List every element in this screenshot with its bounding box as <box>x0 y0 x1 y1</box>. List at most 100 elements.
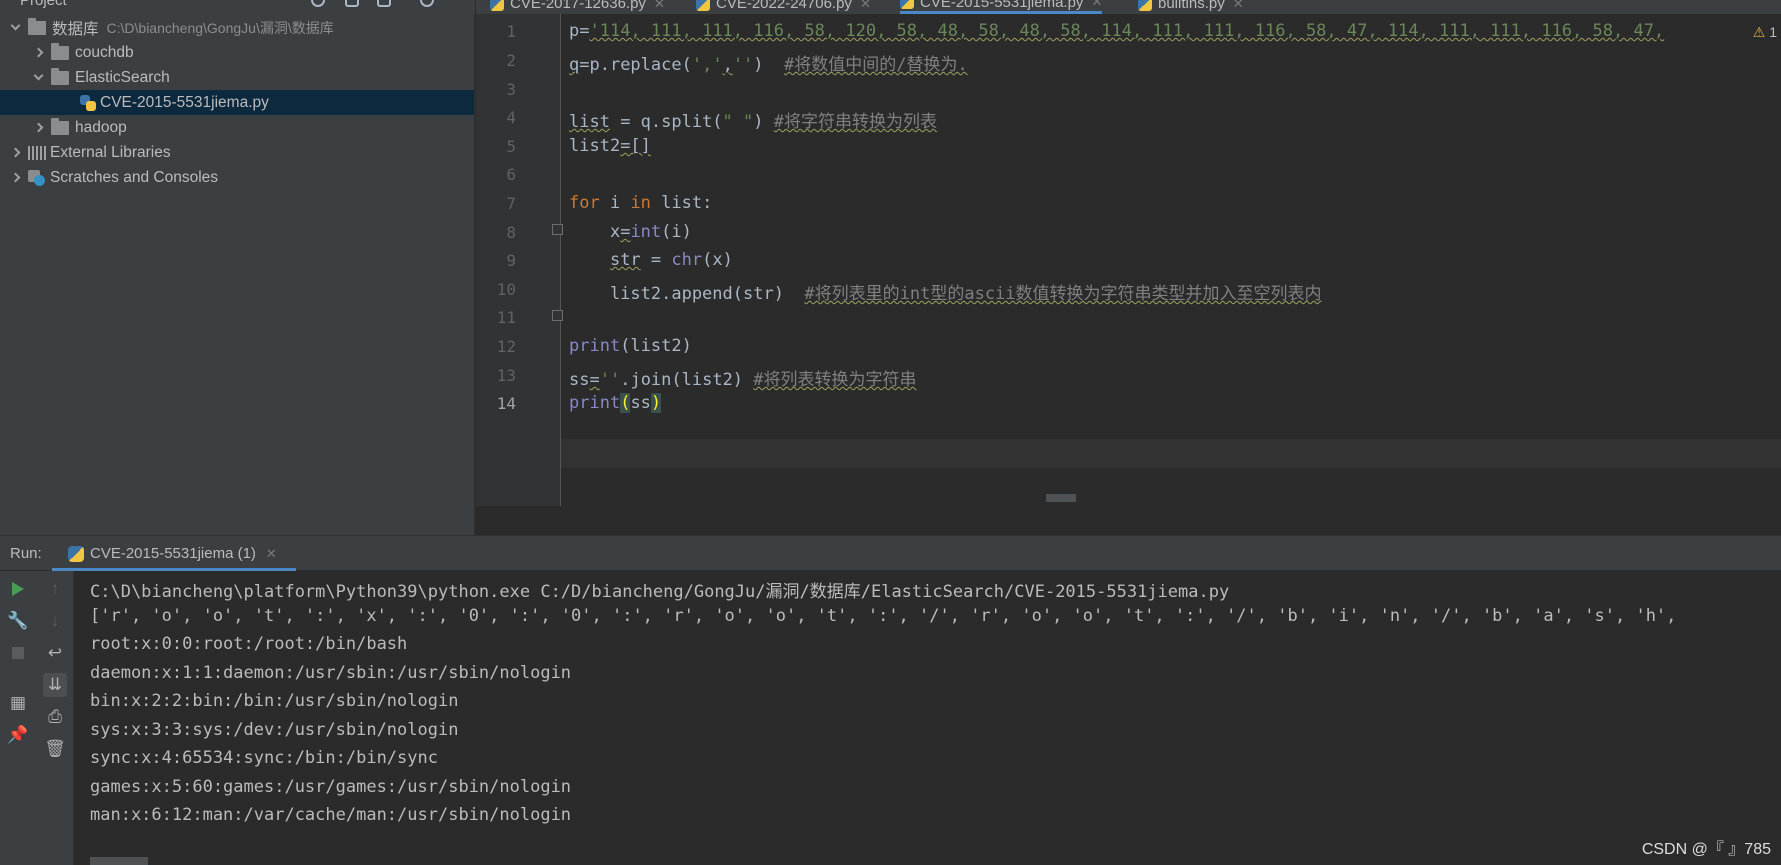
tab-label: builtins.py <box>1158 0 1225 12</box>
line-number: 14 <box>496 394 516 413</box>
line-number: 3 <box>506 80 516 99</box>
scratches-icon <box>28 169 46 186</box>
editor-tab[interactable]: CVE-2017-12636.py ✕ <box>490 0 665 14</box>
tree-item-hadoop[interactable]: hadoop <box>0 115 474 140</box>
expand-icon[interactable] <box>377 0 391 7</box>
tree-item-elasticsearch[interactable]: ElasticSearch <box>0 65 474 90</box>
warning-icon: ⚠ <box>1752 24 1766 40</box>
tree-item-couchdb[interactable]: couchdb <box>0 40 474 65</box>
editor-tab[interactable]: builtins.py ✕ <box>1138 0 1244 14</box>
line-number: 11 <box>496 308 516 327</box>
console-output[interactable]: C:\D\biancheng\platform\Python39\python.… <box>75 571 1781 865</box>
tree-item-root[interactable]: 数据库 C:\D\biancheng\GongJu\漏洞\数据库 <box>0 15 474 40</box>
console-line: ['r', 'o', 'o', 't', ':', 'x', ':', '0',… <box>90 606 1677 626</box>
fold-marker-icon[interactable] <box>552 224 563 235</box>
scroll-up-button[interactable]: ↑ <box>43 577 67 601</box>
token: (i) <box>661 222 692 242</box>
code-line-5: list2=[] <box>569 136 651 156</box>
scroll-down-button[interactable]: ↓ <box>43 609 67 633</box>
inspection-widget[interactable]: ⚠ 1 <box>1753 24 1777 41</box>
token: '114, 111, 111, 116, 58, 120, 58, 48, 58… <box>589 21 1665 41</box>
fold-marker-icon[interactable] <box>552 310 563 321</box>
chevron-right-icon[interactable] <box>33 122 44 133</box>
token: .join(list2) <box>620 370 754 390</box>
editor-tabs: CVE-2017-12636.py ✕ CVE-2022-24706.py ✕ … <box>476 0 1781 14</box>
token: =[] <box>620 136 651 156</box>
close-icon[interactable]: ✕ <box>860 0 871 12</box>
chevron-right-icon[interactable] <box>10 147 21 158</box>
token: = <box>640 250 672 270</box>
console-line: games:x:5:60:games:/usr/games:/usr/sbin/… <box>90 777 572 797</box>
token: print <box>569 393 621 413</box>
tab-label: CVE-2017-12636.py <box>510 0 646 12</box>
token: '' <box>732 55 754 75</box>
run-toolbar-secondary: ↑ ↓ ↩ ⇊ ⎙ 🗑 <box>36 571 74 865</box>
tree-item-file-selected[interactable]: CVE-2015-5531jiema.py <box>0 90 474 115</box>
folder-icon <box>28 17 46 35</box>
locate-icon[interactable] <box>311 0 325 7</box>
tree-item-label: ElasticSearch <box>75 68 170 86</box>
run-tab[interactable]: CVE-2015-5531jiema (1) ✕ <box>66 536 279 571</box>
close-icon[interactable]: ✕ <box>1091 0 1102 10</box>
trash-icon: 🗑 <box>44 739 66 758</box>
rerun-button[interactable] <box>6 577 30 601</box>
token: chr <box>671 250 703 270</box>
token: list: <box>650 193 713 213</box>
chevron-down-icon[interactable] <box>10 20 21 31</box>
scroll-to-end-button[interactable]: ⇊ <box>43 673 67 697</box>
token: ) <box>753 112 774 132</box>
code-comment: #将列表里的int型的ascii数值转换为字符串类型并加入至空列表内 <box>804 284 1322 304</box>
wrench-icon: 🔧 <box>7 611 29 630</box>
console-line: root:x:0:0:root:/root:/bin/bash <box>90 634 408 654</box>
code-line-13: ss=''.join(list2) #将列表转换为字符串 <box>569 365 917 390</box>
print-button[interactable]: ⎙ <box>43 705 67 729</box>
code-editor[interactable]: 1 2 3 4 5 6 7 8 9 10 11 12 13 14 p='114,… <box>476 14 1781 506</box>
soft-wrap-button[interactable]: ↩ <box>43 641 67 665</box>
modify-config-button[interactable]: 🔧 <box>6 609 30 633</box>
run-label: Run: <box>10 545 42 562</box>
console-line: sys:x:3:3:sys:/dev:/usr/sbin/nologin <box>90 720 459 740</box>
folder-icon <box>51 67 69 85</box>
token: (list2) <box>620 336 692 356</box>
layout-icon: ▦ <box>9 693 27 712</box>
line-number: 4 <box>506 108 516 127</box>
tree-item-path: C:\D\biancheng\GongJu\漏洞\数据库 <box>106 19 334 36</box>
token: int <box>630 222 662 242</box>
token: list <box>569 112 610 132</box>
stop-button[interactable] <box>6 641 30 665</box>
run-tab-label: CVE-2015-5531jiema (1) <box>90 545 256 562</box>
tree-item-scratches[interactable]: Scratches and Consoles <box>0 165 474 190</box>
project-title[interactable]: Project <box>20 0 67 9</box>
tree-item-external-libraries[interactable]: External Libraries <box>0 140 474 165</box>
scroll-to-end-icon: ⇊ <box>47 675 63 694</box>
console-line: C:\D\biancheng\platform\Python39\python.… <box>90 582 1230 602</box>
collapse-all-icon[interactable] <box>345 0 359 7</box>
code-line-8: x=int(i) <box>569 222 692 242</box>
folder-icon <box>51 42 69 60</box>
horizontal-scrollbar[interactable] <box>90 857 148 865</box>
editor-tab[interactable]: CVE-2022-24706.py ✕ <box>696 0 871 14</box>
python-run-icon <box>68 545 84 562</box>
run-tool-window-header: Run: CVE-2015-5531jiema (1) ✕ <box>0 535 1781 571</box>
gear-icon[interactable] <box>420 0 434 7</box>
printer-icon: ⎙ <box>48 707 62 726</box>
close-icon[interactable]: ✕ <box>654 0 665 12</box>
python-file-icon <box>490 0 504 11</box>
tree-item-label: External Libraries <box>50 143 171 161</box>
layout-button[interactable]: ▦ <box>6 691 30 715</box>
editor-tab-active[interactable]: CVE-2015-5531jiema.py ✕ <box>900 0 1103 14</box>
code-line-12: print(list2) <box>569 336 692 356</box>
project-header: Project <box>0 0 475 14</box>
horizontal-scrollbar[interactable] <box>1046 494 1076 502</box>
token: = <box>620 222 631 242</box>
clear-all-button[interactable]: 🗑 <box>43 737 67 761</box>
pin-tab-button[interactable]: 📌 <box>6 723 30 747</box>
watermark: CSDN @『 』785 <box>1641 841 1771 858</box>
close-icon[interactable]: ✕ <box>1233 0 1244 12</box>
chevron-right-icon[interactable] <box>33 47 44 58</box>
token: , <box>722 55 733 75</box>
chevron-right-icon[interactable] <box>10 172 21 183</box>
chevron-down-icon[interactable] <box>33 70 44 81</box>
python-file-icon <box>1138 0 1152 11</box>
close-icon[interactable]: ✕ <box>266 546 277 562</box>
